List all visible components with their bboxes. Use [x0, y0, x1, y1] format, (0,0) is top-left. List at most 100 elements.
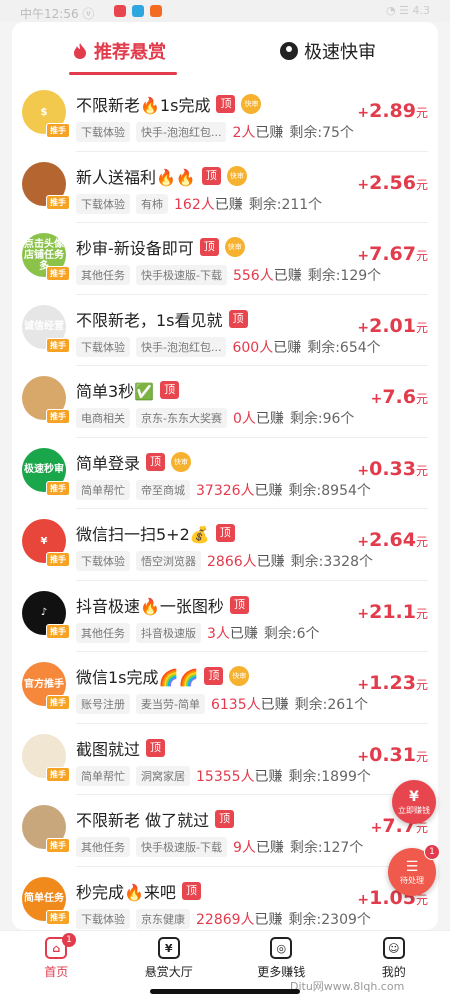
- avatar-text: 官方推手: [24, 678, 64, 690]
- task-title-line: 新人送福利🔥🔥 顶 快审: [76, 164, 247, 188]
- task-row[interactable]: 诚信经营 推手 不限新老，1s看见就 顶 下载体验 快手-泡泡红包... 600…: [12, 295, 438, 366]
- earned-count: 37326人已赚: [196, 480, 283, 500]
- fire-icon: [74, 43, 86, 59]
- task-row[interactable]: ¥ 推手 微信扫一扫5+2💰 顶 下载体验 悟空浏览器 2866人已赚 剩余:3…: [12, 509, 438, 581]
- task-avatar[interactable]: 极速秒审 推手: [22, 447, 70, 496]
- avatar-badge: 推手: [46, 123, 70, 138]
- earned-suffix: 已赚: [256, 554, 285, 570]
- earned-count: 22869人已赚: [196, 909, 283, 929]
- task-row[interactable]: $ 推手 不限新老🔥1s完成 顶 快审 下载体验 快手-泡泡红包... 2人已赚…: [12, 80, 438, 152]
- task-avatar[interactable]: 简单任务 推手: [22, 876, 70, 925]
- earned-number: 37326人: [196, 482, 255, 499]
- earned-suffix: 已赚: [255, 840, 284, 856]
- remaining-count: 剩余:6个: [264, 623, 320, 643]
- remaining-count: 剩余:3328个: [291, 551, 373, 571]
- task-row[interactable]: 极速秒审 推手 简单登录 顶 快审 简单帮忙 帝至商城 37326人已赚 剩余:…: [12, 438, 438, 509]
- earned-count: 15355人已赚: [196, 766, 283, 786]
- remain-number: 75个: [322, 125, 354, 141]
- task-source: 有柿: [136, 193, 168, 214]
- task-row[interactable]: 官方推手 推手 微信1s完成🌈🌈 顶 快审 账号注册 麦当劳-简单 6135人已…: [12, 652, 438, 724]
- nav-label: 悬赏大厅: [144, 965, 193, 979]
- remain-number: 8954个: [321, 482, 371, 499]
- reward-amount: 2.64: [369, 529, 416, 551]
- status-bar: 中午12:56 ⓥ ◔ ☰ 4.3: [0, 0, 450, 22]
- remain-prefix: 剩余:: [307, 339, 340, 356]
- task-avatar[interactable]: 点击头像店铺任务多 推手: [22, 233, 70, 281]
- reward-plus: +: [357, 248, 370, 264]
- task-row[interactable]: 简单任务 推手 秒完成🔥来吧 顶 下载体验 京东健康 22869人已赚 剩余:2…: [12, 867, 438, 931]
- task-avatar[interactable]: 推手: [22, 376, 70, 424]
- task-title-line: 抖音极速🔥一张图秒 顶: [76, 593, 249, 617]
- task-avatar[interactable]: 推手: [22, 733, 70, 782]
- task-row[interactable]: 推手 不限新老 做了就过 顶 其他任务 快手极速版-下载 9人已赚 剩余:127…: [12, 795, 438, 867]
- remaining-count: 剩余:654个: [307, 337, 380, 357]
- top-tag: 顶: [215, 524, 235, 542]
- earned-count: 3人已赚: [207, 623, 258, 643]
- task-title: 抖音极速🔥一张图秒: [76, 596, 224, 616]
- task-category: 下载体验: [76, 336, 130, 357]
- avatar-badge: 推手: [46, 409, 70, 424]
- avatar-badge: 推手: [46, 838, 70, 853]
- reward-amount: 2.01: [369, 314, 416, 337]
- nav-home[interactable]: ⌂ 1 首页: [0, 931, 113, 1000]
- earned-suffix: 已赚: [214, 196, 243, 213]
- reward-plus: +: [357, 105, 370, 121]
- reward-plus: +: [370, 820, 383, 836]
- earned-count: 2866人已赚: [207, 551, 285, 571]
- remain-prefix: 剩余:: [288, 768, 322, 785]
- avatar-text: $: [40, 106, 48, 118]
- task-title: 微信1s完成🌈🌈: [76, 668, 199, 687]
- task-meta: 简单帮忙 帝至商城 37326人已赚 剩余:8954个: [76, 479, 371, 500]
- task-avatar[interactable]: 诚信经营 推手: [22, 304, 70, 353]
- task-avatar[interactable]: 推手: [22, 805, 70, 853]
- task-title: 不限新老 做了就过: [76, 811, 210, 830]
- task-avatar[interactable]: 推手: [22, 161, 70, 210]
- task-meta: 电商相关 京东-东东大奖赛 0人已赚 剩余:96个: [76, 408, 354, 428]
- earn-now-button[interactable]: ¥ 立即赚钱: [392, 780, 436, 824]
- task-title: 不限新老🔥1s完成: [76, 96, 211, 115]
- remain-number: 127个: [322, 840, 364, 856]
- task-meta: 下载体验 悟空浏览器 2866人已赚 剩余:3328个: [76, 551, 373, 571]
- task-title: 截图就过: [76, 739, 141, 759]
- reward-amount: 2.89: [369, 100, 416, 122]
- tab-recommended[interactable]: 推荐悬赏: [72, 38, 166, 64]
- earned-suffix: 已赚: [260, 697, 289, 713]
- task-row[interactable]: 推手 简单3秒✅ 顶 电商相关 京东-东东大奖赛 0人已赚 剩余:96个 +7.…: [12, 366, 438, 438]
- reward-unit: 元: [415, 249, 428, 263]
- pending-button[interactable]: 1 ☰ 待处理: [388, 844, 440, 896]
- watermark: Ditu网www.8lqh.com: [290, 980, 405, 993]
- task-meta: 其他任务 抖音极速版 3人已赚 剩余:6个: [76, 622, 320, 643]
- task-panel: 推荐悬赏 极速快审 $ 推手 不限新老🔥1s完成 顶 快审 下载体验 快手-泡泡…: [12, 22, 438, 930]
- remaining-count: 剩余:127个: [290, 837, 363, 857]
- task-row[interactable]: 推手 新人送福利🔥🔥 顶 快审 下载体验 有柿 162人已赚 剩余:211个 +…: [12, 152, 438, 223]
- remain-prefix: 剩余:: [290, 554, 324, 570]
- top-tag: 顶: [216, 95, 236, 113]
- top-tag: 顶: [146, 738, 166, 757]
- task-avatar[interactable]: $ 推手: [22, 90, 70, 138]
- remain-number: 654个: [339, 339, 381, 356]
- earned-count: 9人已赚: [233, 837, 284, 857]
- task-avatar[interactable]: 官方推手 推手: [22, 662, 70, 710]
- earned-suffix: 已赚: [255, 411, 284, 427]
- list-icon: ☰: [405, 858, 419, 875]
- task-row[interactable]: 推手 截图就过 顶 简单帮忙 洞窝家居 15355人已赚 剩余:1899个 +0…: [12, 724, 438, 795]
- remain-prefix: 剩余:: [307, 268, 341, 284]
- task-title: 新人送福利🔥🔥: [76, 167, 196, 187]
- avatar-text: 极速秒审: [24, 464, 64, 475]
- fast-review-badge: 快审: [171, 451, 192, 472]
- task-reward: +0.31元: [357, 744, 428, 766]
- reward-plus: +: [357, 605, 370, 622]
- fast-review-badge: 快审: [229, 666, 250, 686]
- reward-amount: 21.1: [369, 600, 416, 623]
- task-reward: +2.01元: [357, 315, 428, 337]
- tab-fast-review[interactable]: 极速快审: [280, 38, 376, 64]
- reward-plus: +: [370, 391, 383, 407]
- yuan-icon: ¥: [409, 788, 419, 805]
- task-avatar[interactable]: ♪ 推手: [22, 590, 70, 639]
- task-source: 快手-泡泡红包...: [136, 122, 227, 142]
- remaining-count: 剩余:261个: [295, 694, 368, 714]
- task-avatar[interactable]: ¥ 推手: [22, 519, 70, 567]
- reward-hall-icon: ¥: [157, 937, 180, 959]
- task-row[interactable]: ♪ 推手 抖音极速🔥一张图秒 顶 其他任务 抖音极速版 3人已赚 剩余:6个 +…: [12, 581, 438, 652]
- task-row[interactable]: 点击头像店铺任务多 推手 秒审-新设备即可 顶 快审 其他任务 快手极速版-下载…: [12, 223, 438, 295]
